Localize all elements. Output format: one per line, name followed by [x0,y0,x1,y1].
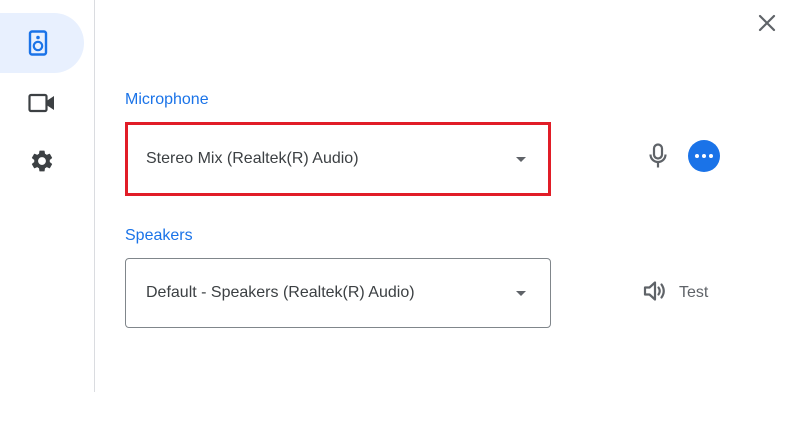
speakers-selected-value: Default - Speakers (Realtek(R) Audio) [146,284,415,301]
speaker-icon [28,30,48,56]
microphone-select[interactable]: Stereo Mix (Realtek(R) Audio) [125,122,551,196]
more-options-button[interactable] [688,140,720,172]
microphone-selected-value: Stereo Mix (Realtek(R) Audio) [146,150,359,167]
chevron-down-icon [516,290,526,296]
gear-icon [29,148,55,174]
settings-sidebar [0,0,95,392]
speakers-select[interactable]: Default - Speakers (Realtek(R) Audio) [125,258,551,328]
close-icon [758,14,776,37]
video-camera-icon [28,93,56,113]
test-label: Test [679,284,709,301]
microphone-icon [645,142,671,170]
test-speakers-button[interactable]: Test [643,278,708,308]
microphone-label: Microphone [125,91,209,108]
close-button[interactable] [752,10,782,40]
chevron-down-icon [516,156,526,162]
sidebar-item-audio[interactable] [0,13,84,73]
sidebar-item-video[interactable] [0,73,84,133]
sidebar-item-general[interactable] [0,131,84,191]
more-horizontal-icon [695,154,713,158]
volume-icon [643,280,669,307]
speakers-label: Speakers [125,227,193,244]
